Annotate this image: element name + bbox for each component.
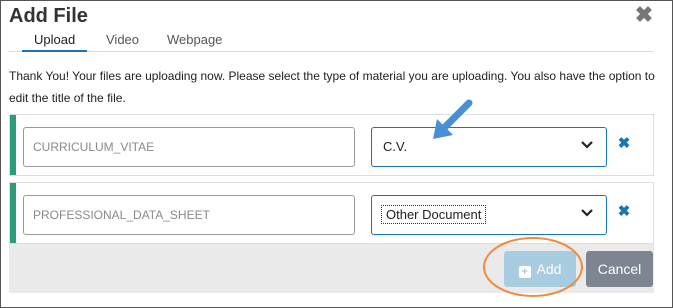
material-type-select[interactable]: C.V. [371,127,607,167]
tab-video[interactable]: Video [106,32,139,52]
dialog-title: Add File [9,5,88,27]
selected-type: C.V. [383,139,408,154]
upload-message: Thank You! Your files are uploading now.… [9,69,655,105]
cancel-button[interactable]: Cancel [586,251,653,287]
tab-bar: Upload Video Webpage [9,32,654,52]
row-accent-bar [10,115,16,175]
chevron-down-icon [581,141,593,149]
close-icon[interactable]: ✖ [634,4,654,26]
file-title-input[interactable] [23,127,355,167]
add-button-label: Add [536,261,562,277]
remove-file-icon[interactable]: ✖ [617,204,631,220]
dialog-footer: + Add Cancel [9,244,654,293]
plus-icon: + [518,266,531,278]
tab-upload[interactable]: Upload [22,32,88,52]
tab-webpage[interactable]: Webpage [167,32,222,52]
add-button[interactable]: + Add [504,251,576,287]
annotation-arrow-icon [433,99,473,139]
add-file-dialog: Add File ✖ Upload Video Webpage Thank Yo… [0,0,673,308]
chevron-down-icon [581,209,593,217]
selected-type: Other Document [381,205,487,224]
remove-file-icon[interactable]: ✖ [617,136,631,152]
file-row: Other Document ✖ [9,182,654,244]
file-row: C.V. ✖ [9,114,654,176]
file-title-input[interactable] [23,195,355,235]
row-accent-bar [10,183,16,243]
material-type-select[interactable]: Other Document [371,195,607,235]
